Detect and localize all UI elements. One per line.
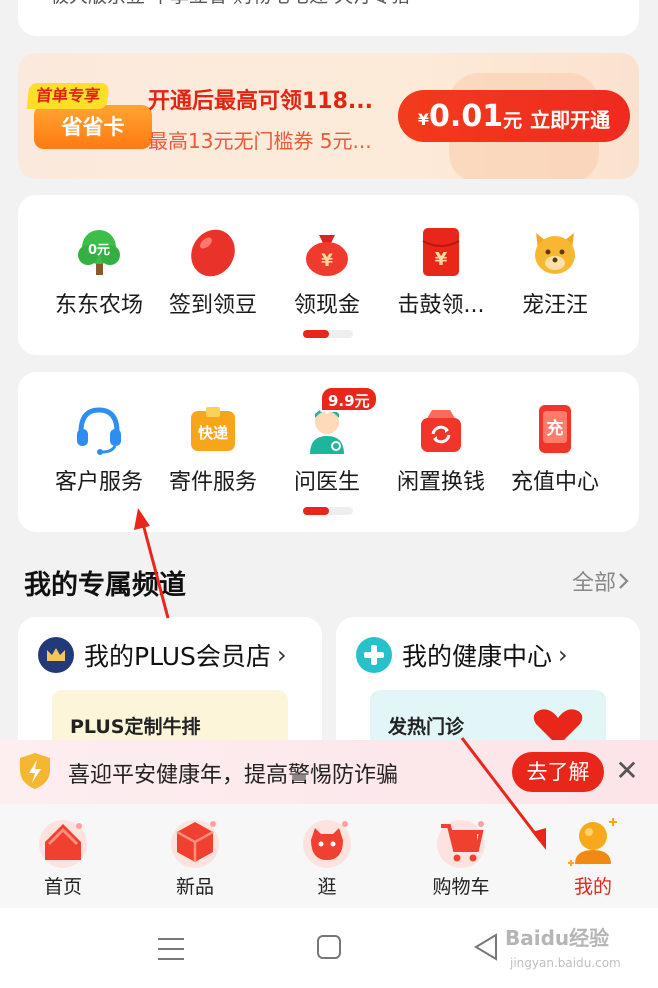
- express-box-text: 快递: [198, 424, 228, 442]
- tab-new-products[interactable]: 新品: [145, 804, 245, 908]
- grid-item-label: 寄件服务: [168, 470, 257, 495]
- activity-grid: 0元 东东农场 签到领豆 ¥ 领现金 ¥ 击鼓领... 宠汪汪: [18, 215, 639, 318]
- notice-text: 喜迎平安健康年，提高警惕防诈骗: [68, 763, 399, 788]
- shield-icon: [20, 753, 50, 789]
- grid-item-label: 签到领豆: [168, 293, 257, 318]
- grid-item-label: 东东农场: [54, 293, 143, 318]
- svg-text:0元: 0元: [88, 243, 110, 258]
- home-square-icon[interactable]: [316, 934, 342, 960]
- express-box-icon: 快递: [191, 407, 235, 451]
- grid-item-recharge-center[interactable]: 充 充值中心: [498, 392, 612, 495]
- tab-label: 逛: [317, 876, 337, 898]
- price-unit: 元: [503, 109, 523, 132]
- grid-item-customer-service[interactable]: 客户服务: [42, 392, 156, 495]
- red-envelope-icon: ¥: [422, 228, 460, 276]
- service-grid-card: 客户服务 快递 寄件服务 9.9元 问医生 闲置换钱 充 充值中心: [18, 372, 639, 532]
- grid-item-label: 领现金: [293, 293, 360, 318]
- grid-item-label: 问医生: [293, 470, 360, 495]
- back-triangle-icon[interactable]: [472, 932, 500, 962]
- chevron-right-icon: [619, 573, 629, 589]
- grid-pager: [303, 330, 353, 338]
- tab-label: 首页: [43, 876, 82, 898]
- bean-icon: [191, 229, 235, 277]
- grid-item-label: 击鼓领...: [397, 293, 485, 318]
- channel-header: 我的PLUS会员店 ›: [38, 637, 287, 673]
- tab-label: 我的: [573, 876, 612, 898]
- grid-item-get-cash[interactable]: ¥ 领现金: [270, 215, 384, 318]
- channel-preview-text: 发热门诊: [388, 716, 465, 738]
- see-all-label: 全部: [571, 571, 616, 596]
- grid-item-label: 客户服务: [54, 470, 143, 495]
- price-badge: 9.9元: [320, 386, 378, 412]
- grid-item-send-package[interactable]: 快递 寄件服务: [156, 392, 270, 495]
- chevron-right-icon: ›: [276, 641, 287, 669]
- grid-item-ask-doctor[interactable]: 9.9元 问医生: [270, 386, 384, 495]
- health-cross-icon: [356, 637, 392, 673]
- grid-item-drum-reward[interactable]: ¥ 击鼓领...: [384, 215, 498, 318]
- dog-icon: [535, 233, 575, 274]
- grid-item-sell-used[interactable]: 闲置换钱: [384, 392, 498, 495]
- grid-pager: [303, 507, 353, 515]
- bottom-tab-bar: 首页 新品 逛 购物车 我的: [0, 804, 658, 908]
- grid-item-sign-in-beans[interactable]: 签到领豆: [156, 215, 270, 318]
- crown-icon: [38, 637, 74, 673]
- recycle-icon: [421, 410, 461, 452]
- tab-home[interactable]: 首页: [13, 804, 113, 908]
- channel-card-plus[interactable]: 我的PLUS会员店 › PLUS定制牛排: [18, 617, 322, 757]
- grid-item-farm[interactable]: 0元 东东农场: [42, 215, 156, 318]
- svg-text:¥: ¥: [321, 251, 333, 271]
- watermark-url: jingyan.baidu.com: [510, 956, 621, 970]
- currency-symbol: ¥: [417, 109, 430, 129]
- top-benefits-text: 极大版京豆 午享立省 购物宅宅递 天汀专猎: [50, 0, 410, 8]
- see-all-link[interactable]: 全部: [572, 565, 632, 597]
- first-order-tag: 首单专享: [26, 83, 110, 109]
- pager-active-dot: [303, 507, 329, 515]
- top-benefits-card[interactable]: 极大版京豆 午享立省 购物宅宅递 天汀专猎: [18, 0, 639, 36]
- channel-header: 我的健康中心 ›: [356, 637, 568, 673]
- tab-label: 购物车: [432, 876, 490, 898]
- learn-more-button[interactable]: 去了解: [512, 752, 604, 792]
- recharge-icon-text: 充: [547, 418, 564, 439]
- menu-icon[interactable]: [156, 936, 186, 962]
- tab-cart[interactable]: 购物车: [411, 804, 511, 908]
- money-bag-icon: ¥: [306, 235, 348, 276]
- channel-preview-text: PLUS定制牛排: [70, 716, 201, 738]
- channel-card-health[interactable]: 我的健康中心 › 发热门诊: [336, 617, 640, 757]
- service-grid: 客户服务 快递 寄件服务 9.9元 问医生 闲置换钱 充 充值中心: [18, 386, 639, 495]
- saver-card-badge: 省省卡 首单专享: [26, 83, 154, 149]
- channel-title: 我的PLUS会员店: [84, 642, 271, 671]
- grid-item-label: 充值中心: [510, 470, 599, 495]
- open-now-button[interactable]: ¥ 0.01 元 立即开通: [398, 90, 630, 142]
- cart-icon: [437, 820, 485, 868]
- saver-card-badge-main: 省省卡: [34, 105, 152, 149]
- grid-item-label: 宠汪汪: [521, 293, 588, 318]
- tab-label: 新品: [175, 876, 214, 898]
- anti-fraud-notice-bar: 喜迎平安健康年，提高警惕防诈骗 去了解 ✕: [0, 740, 658, 804]
- new-products-icon: [171, 820, 219, 868]
- promo-subtitle: 最高13元无门槛券 5元...: [148, 129, 372, 153]
- grid-item-pet-dog[interactable]: 宠汪汪: [498, 215, 612, 318]
- price-amount: 0.01: [429, 98, 504, 134]
- profile-icon: [568, 818, 617, 866]
- phone-recharge-icon: 充: [539, 405, 571, 453]
- watermark-logo: Baidu经验: [505, 926, 610, 950]
- home-icon: [39, 820, 87, 868]
- tab-browse[interactable]: 逛: [277, 804, 377, 908]
- chevron-right-icon: ›: [558, 641, 568, 669]
- svg-text:¥: ¥: [435, 249, 448, 270]
- promo-title: 开通后最高可领118...: [148, 89, 373, 114]
- grid-item-label: 闲置换钱: [396, 470, 485, 495]
- pager-active-dot: [303, 330, 329, 338]
- activity-grid-card: 0元 东东农场 签到领豆 ¥ 领现金 ¥ 击鼓领... 宠汪汪: [18, 195, 639, 355]
- channel-title: 我的健康中心: [402, 642, 553, 671]
- close-icon[interactable]: ✕: [612, 754, 642, 788]
- tree-icon: 0元: [78, 230, 120, 275]
- tab-profile[interactable]: 我的: [543, 804, 643, 908]
- open-now-label: 立即开通: [530, 107, 611, 132]
- browse-icon: [303, 820, 351, 868]
- headset-icon: [77, 407, 121, 455]
- saver-card-promo-banner[interactable]: 省省卡 首单专享 开通后最高可领118... 最高13元无门槛券 5元... ¥…: [18, 53, 639, 179]
- section-title: 我的专属频道: [24, 570, 186, 601]
